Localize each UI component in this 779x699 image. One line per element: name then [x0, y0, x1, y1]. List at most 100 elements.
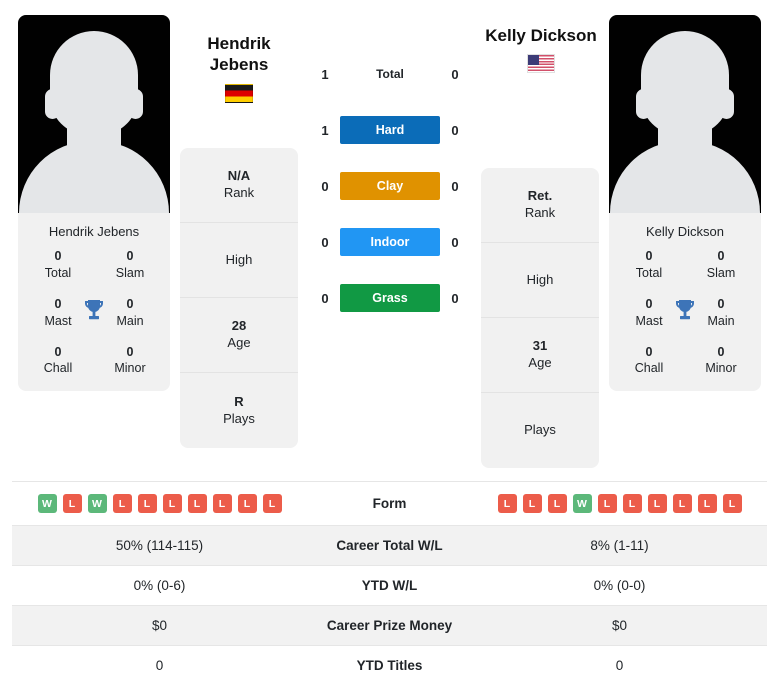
titles-label: Mast	[635, 313, 663, 328]
surface-count-left: 0	[321, 178, 329, 194]
form-badge-loss: L	[722, 494, 742, 513]
surface-row-clay: 0 Clay 0	[310, 172, 470, 200]
titles-value: 0	[126, 344, 134, 359]
form-badge-loss: L	[62, 494, 82, 513]
titles-cell: 0 Mast	[623, 296, 675, 330]
form-badge-loss: L	[597, 494, 617, 513]
titles-label: Chall	[634, 361, 664, 376]
info-cell-rank: N/A Rank	[180, 148, 298, 223]
avatar-silhouette-ear-left	[45, 89, 60, 119]
info-value: N/A	[227, 168, 251, 184]
surface-count-left: 0	[321, 234, 329, 250]
titles-label: Mast	[44, 313, 72, 328]
info-value: R	[234, 393, 244, 409]
titles-label: Total	[44, 265, 72, 280]
form-badge-loss: L	[672, 494, 692, 513]
career-prize-money-right: $0	[611, 618, 628, 633]
form-badge-loss: L	[647, 494, 667, 513]
surface-count-left: 1	[321, 66, 329, 82]
player-photo-right	[609, 15, 761, 213]
form-badge-loss: L	[137, 494, 157, 513]
titles-cell: 0 Main	[695, 296, 747, 330]
player-card-right[interactable]: Kelly Dickson 0 Total 0 Slam 0 Mast 0 Ma…	[609, 15, 761, 392]
stat-label-career-prize-money: Career Prize Money	[326, 618, 453, 633]
titles-value: 0	[54, 249, 62, 263]
titles-label: Minor	[114, 361, 146, 376]
surface-count-left: 0	[321, 290, 329, 306]
titles-row: 0 Chall 0 Minor	[24, 344, 164, 378]
surface-badge-indoor[interactable]: Indoor	[340, 228, 440, 256]
table-row-career-total-wl: 50% (114-115) Career Total W/L 8% (1-11)	[12, 525, 767, 566]
titles-label: Slam	[706, 265, 736, 280]
trophy-icon	[84, 299, 104, 319]
titles-label: Main	[116, 313, 144, 328]
info-label: Age	[528, 355, 552, 370]
titles-value: 0	[54, 344, 62, 359]
titles-value: 0	[126, 296, 134, 311]
form-badge-loss: L	[112, 494, 132, 513]
form-badge-loss: L	[262, 494, 282, 513]
table-row-ytd-titles: 0 YTD Titles 0	[12, 645, 767, 686]
avatar-silhouette-body	[610, 141, 760, 213]
career-total-wl-left: 50% (114-115)	[115, 538, 204, 553]
form-badge-loss: L	[697, 494, 717, 513]
titles-row: 0 Total 0 Slam	[24, 248, 164, 282]
player-photo-left	[18, 15, 170, 213]
info-label: Rank	[524, 205, 556, 220]
surface-count-right: 0	[451, 290, 459, 306]
titles-cell: 0 Chall	[32, 344, 84, 378]
surface-count-right: 0	[451, 66, 459, 82]
stat-label-form: Form	[372, 496, 407, 511]
form-badge-loss: L	[162, 494, 182, 513]
surface-label-total: Total	[376, 67, 404, 81]
surface-count-right: 0	[451, 178, 459, 194]
player-name-right: Kelly Dickson	[466, 25, 616, 74]
titles-value: 0	[717, 296, 725, 311]
titles-row: 0 Chall 0 Minor	[615, 344, 755, 378]
titles-label: Minor	[705, 361, 737, 376]
stat-label-career-total-wl: Career Total W/L	[336, 538, 443, 553]
titles-row: 0 Total 0 Slam	[615, 248, 755, 282]
form-badge-loss: L	[622, 494, 642, 513]
form-badge-loss: L	[547, 494, 567, 513]
avatar-silhouette-ear-right	[128, 89, 143, 119]
surface-badge-hard[interactable]: Hard	[340, 116, 440, 144]
player-info-panel-left: N/A Rank High 28 Age R Plays	[180, 148, 298, 448]
titles-value: 0	[717, 344, 725, 359]
titles-cell: 0 Minor	[104, 344, 156, 378]
info-label: Rank	[223, 185, 255, 200]
titles-label: Chall	[43, 361, 73, 376]
career-prize-money-left: $0	[151, 618, 168, 633]
surface-row-indoor: 0 Indoor 0	[310, 228, 470, 256]
info-cell-high: High	[180, 223, 298, 298]
titles-cell: 0 Chall	[623, 344, 675, 378]
form-badge-win: W	[37, 494, 57, 513]
surface-count-left: 1	[321, 122, 329, 138]
titles-value: 0	[717, 249, 725, 263]
titles-value: 0	[645, 296, 653, 311]
ytd-titles-left: 0	[155, 658, 164, 673]
surface-breakdown: 1 Total 0 1 Hard 0 0 Clay 0 0 Indoor 0 0…	[310, 60, 470, 312]
form-cell-left: WLWLLLLLLL	[12, 482, 307, 526]
avatar-silhouette-body	[19, 141, 169, 213]
surface-badge-grass[interactable]: Grass	[340, 284, 440, 312]
comparison-stats-table: WLWLLLLLLL Form LLLWLLLLLL 50% (114-115)…	[12, 481, 767, 685]
ytd-wl-left: 0% (0-6)	[133, 578, 186, 593]
flag-usa-canton	[528, 55, 539, 66]
info-label: Plays	[223, 410, 255, 426]
form-badges-right: LLLWLLLLLL	[476, 494, 763, 513]
table-row-form: WLWLLLLLLL Form LLLWLLLLLL	[12, 481, 767, 526]
career-total-wl-right: 8% (1-11)	[590, 538, 649, 553]
titles-grid-left: 0 Total 0 Slam 0 Mast 0 Main 0 Chall 0 M…	[18, 248, 170, 391]
player-card-name-right: Kelly Dickson	[645, 224, 725, 239]
surface-row-hard: 1 Hard 0	[310, 116, 470, 144]
flag-usa-icon	[527, 54, 555, 74]
info-cell-plays: Plays	[481, 393, 599, 468]
info-label: Plays	[524, 422, 556, 438]
player-card-left[interactable]: Hendrik Jebens 0 Total 0 Slam 0 Mast 0 M…	[18, 15, 170, 392]
titles-value: 0	[645, 249, 653, 263]
info-value: 31	[532, 338, 548, 354]
titles-label: Main	[707, 313, 735, 328]
player-comparison-area: Hendrik Jebens 0 Total 0 Slam 0 Mast 0 M…	[0, 0, 779, 478]
surface-badge-clay[interactable]: Clay	[340, 172, 440, 200]
